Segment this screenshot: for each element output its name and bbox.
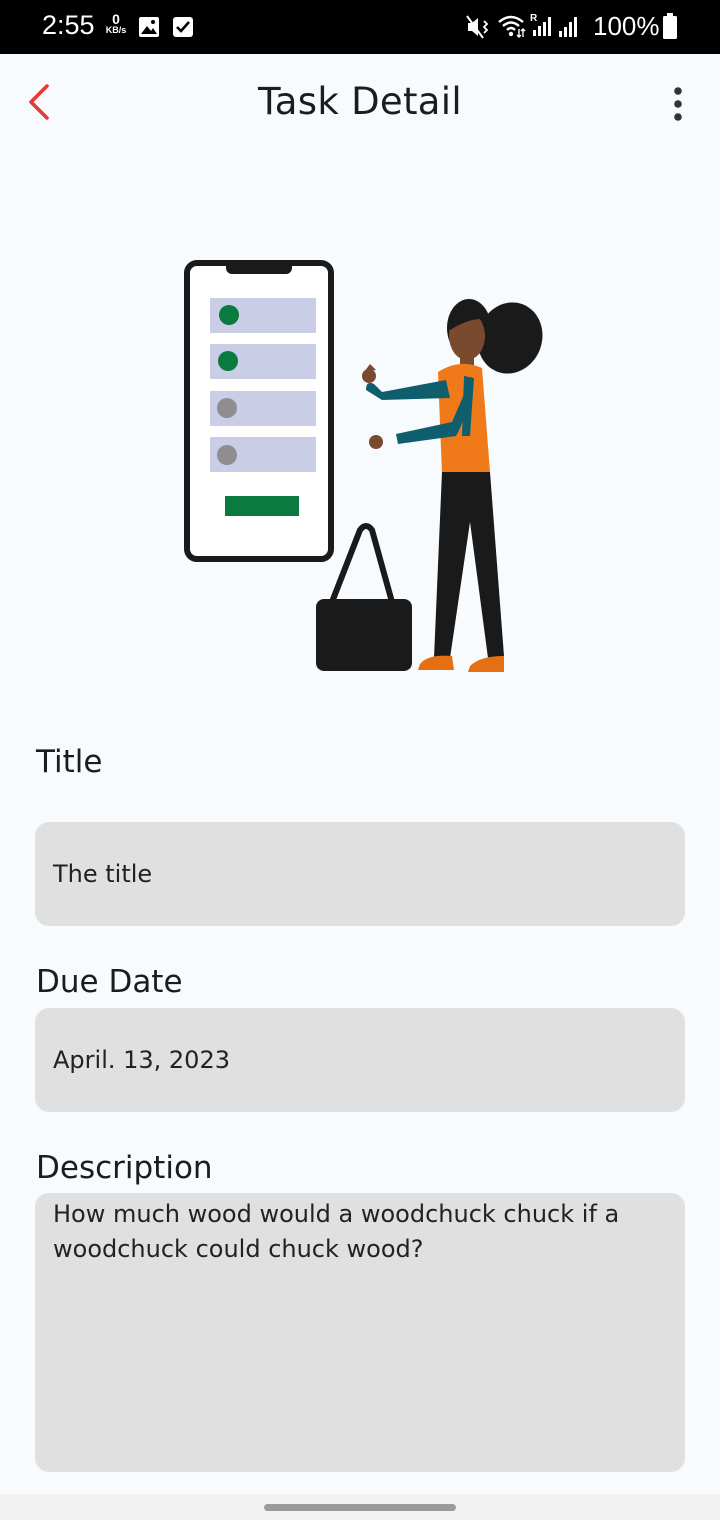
app-bar: Task Detail (0, 54, 720, 154)
description-field[interactable]: How much wood would a woodchuck chuck if… (35, 1193, 685, 1472)
due-date-value: April. 13, 2023 (53, 1046, 230, 1074)
battery-icon (663, 13, 677, 39)
battery-percent: 100% (593, 11, 660, 41)
mute-vibrate-icon (466, 15, 489, 39)
page-title: Task Detail (258, 80, 462, 123)
task-illustration (184, 260, 543, 672)
phone-image (184, 260, 334, 562)
title-label: Title (36, 744, 103, 780)
signal-roaming-icon: R (530, 13, 551, 36)
title-value: The title (53, 860, 153, 888)
image-icon (139, 17, 159, 37)
more-vertical-icon (674, 87, 682, 121)
navigation-bar (0, 1494, 720, 1520)
network-speed-value: 0 (112, 11, 120, 27)
title-field[interactable]: The title (35, 822, 685, 926)
svg-text:R: R (530, 13, 538, 24)
status-time: 2:55 (42, 10, 95, 40)
home-gesture-handle[interactable] (264, 1504, 456, 1511)
status-bar: 2:55 0 KB/s R 100% (0, 0, 720, 54)
wifi-icon (498, 15, 526, 38)
chevron-left-icon (29, 84, 49, 120)
more-options-button[interactable] (662, 82, 694, 126)
checkbox-notification-icon (173, 17, 193, 37)
due-date-field[interactable]: April. 13, 2023 (35, 1008, 685, 1112)
description-value: How much wood would a woodchuck chuck if… (53, 1200, 620, 1263)
network-speed-unit: KB/s (105, 25, 127, 35)
due-date-label: Due Date (36, 964, 183, 1000)
network-speed: 0 KB/s (103, 12, 129, 35)
description-label: Description (36, 1150, 213, 1186)
back-button[interactable] (18, 80, 62, 124)
signal-icon (559, 17, 577, 37)
